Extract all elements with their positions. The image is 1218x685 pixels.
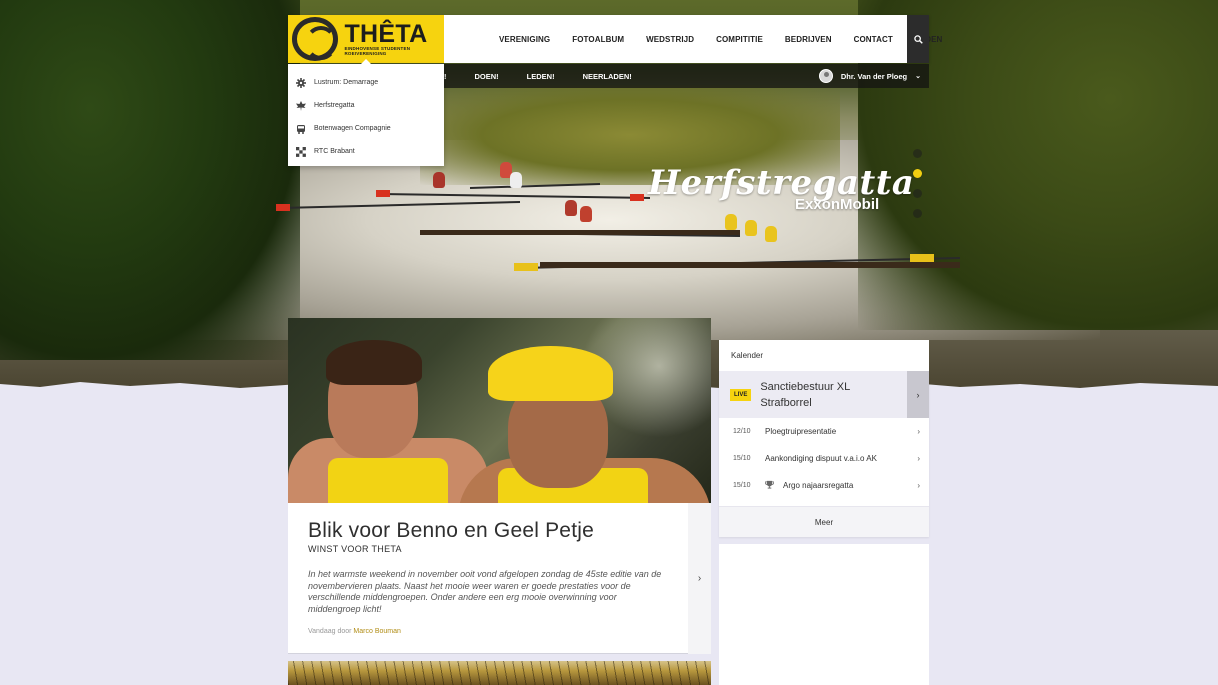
article-card: Blik voor Benno en Geel Petje WINST VOOR…: [288, 503, 711, 654]
chevron-right-icon: ›: [917, 481, 920, 490]
dropdown-item-botenwagen[interactable]: Botenwagen Compagnie: [288, 117, 444, 140]
rower: [725, 214, 737, 230]
subnav-item-neerladen[interactable]: NEERLADEN!: [583, 72, 632, 81]
user-menu[interactable]: Dhr. Van der Ploeg ⌄: [818, 64, 921, 88]
article-author-link[interactable]: Marco Bouman: [353, 628, 400, 635]
slider-dot[interactable]: [913, 209, 922, 218]
chevron-right-icon: ›: [916, 389, 920, 400]
dropdown-item-rtc-brabant[interactable]: RTC Brabant: [288, 140, 444, 163]
event-title: Ploegtruipresentatie: [765, 427, 837, 436]
hero-sponsor: ExxonMobil: [795, 196, 880, 213]
logo-emblem-icon: [292, 17, 339, 61]
trophy-icon: [765, 480, 783, 491]
nav-item-wedstrijd[interactable]: WEDSTRIJD: [646, 35, 694, 44]
chevron-right-icon: ›: [917, 454, 920, 463]
hero-foliage-left: [0, 0, 300, 360]
calendar-live-event[interactable]: LIVE Sanctiebestuur XL Strafborrel ›: [719, 371, 929, 418]
site-header: THÊTA EINDHOVENSE STUDENTEN ROEIVERENIGI…: [288, 15, 942, 63]
event-date: 12/10: [733, 428, 751, 435]
checkered-flag-icon: [296, 146, 306, 157]
article-subtitle: WINST VOOR THETA: [308, 544, 402, 554]
leaf-icon: [296, 100, 306, 111]
nav-item-vereniging[interactable]: VERENIGING: [499, 35, 550, 44]
nav-item-bedrijven[interactable]: BEDRIJVEN: [785, 35, 832, 44]
bus-icon: [296, 124, 306, 134]
calendar-more-button[interactable]: Meer: [719, 506, 929, 537]
slider-dot[interactable]: [913, 149, 922, 158]
dropdown-item-label: RTC Brabant: [314, 148, 355, 155]
rower: [565, 200, 577, 216]
live-badge: LIVE: [730, 388, 752, 401]
nav-item-fotoalbum[interactable]: FOTOALBUM: [572, 35, 624, 44]
article-photo-shape: [328, 458, 448, 503]
calendar-event-row[interactable]: 12/10 Ploegtruipresentatie ›: [719, 418, 929, 445]
rower: [433, 172, 445, 188]
article-next-button[interactable]: ›: [688, 503, 711, 654]
slider-dot[interactable]: [913, 189, 922, 198]
slider-dot-active[interactable]: [913, 169, 922, 178]
article-photo-shape: [488, 346, 613, 401]
calendar-title: Kalender: [731, 351, 764, 360]
user-name: Dhr. Van der Ploeg: [840, 71, 908, 81]
avatar: [818, 69, 833, 83]
events-dropdown: Lustrum: Demarrage Herfstregatta Botenwa…: [288, 59, 444, 166]
nav-item-contact[interactable]: CONTACT: [854, 35, 893, 44]
event-date: 15/10: [733, 455, 751, 462]
dropdown-item-herfstregatta[interactable]: Herfstregatta: [288, 94, 444, 117]
logo[interactable]: THÊTA EINDHOVENSE STUDENTEN ROEIVERENIGI…: [288, 15, 444, 63]
nav-item-competitie[interactable]: COMPITITIE: [716, 35, 763, 44]
search-button[interactable]: [907, 15, 929, 63]
article-photo-shape: [326, 340, 422, 385]
calendar-widget: Kalender LIVE Sanctiebestuur XL Strafbor…: [719, 340, 929, 537]
rower: [580, 206, 592, 222]
next-article-image[interactable]: [288, 661, 711, 685]
chevron-right-icon: ›: [697, 573, 702, 584]
slider-dots: [913, 149, 923, 218]
rower: [745, 220, 757, 236]
article-image[interactable]: [288, 318, 711, 503]
live-event-title: Sanctiebestuur XL Strafborrel: [760, 380, 850, 409]
event-title: Aankondiging dispuut v.a.i.o AK: [765, 454, 877, 463]
chevron-right-icon: ›: [917, 427, 920, 436]
article-meta-prefix: Vandaag door: [308, 628, 352, 635]
main-nav: VERENIGING FOTOALBUM WEDSTRIJD COMPITITI…: [488, 15, 953, 63]
sidebar-panel: [719, 544, 929, 685]
rower: [765, 226, 777, 242]
brand-tagline: EINDHOVENSE STUDENTEN ROEIVERENIGING: [344, 46, 411, 56]
next-article-image-texture: [288, 661, 711, 685]
article-meta: Vandaag door Marco Bouman: [308, 628, 668, 635]
search-icon: [913, 34, 923, 44]
article-excerpt: In het warmste weekend in november ooit …: [308, 569, 662, 614]
article-title[interactable]: Blik voor Benno en Geel Petje: [308, 519, 668, 543]
event-title: Argo najaarsregatta: [783, 481, 854, 490]
event-date: 15/10: [733, 482, 751, 489]
subnav-item-doen[interactable]: DOEN!: [475, 72, 499, 81]
calendar-event-row[interactable]: 15/10 Argo najaarsregatta ›: [719, 472, 929, 499]
chevron-down-icon: ⌄: [915, 73, 921, 80]
subnav-item-leden[interactable]: LEDEN!: [527, 72, 555, 81]
dropdown-item-lustrum[interactable]: Lustrum: Demarrage: [288, 71, 444, 94]
calendar-event-row[interactable]: 15/10 Aankondiging dispuut v.a.i.o AK ›: [719, 445, 929, 472]
dropdown-item-label: Botenwagen Compagnie: [314, 125, 391, 132]
dropdown-item-label: Herfstregatta: [314, 102, 355, 109]
subnav-item[interactable]: !: [444, 72, 447, 81]
brand-name: THÊTA: [344, 20, 428, 48]
live-event-arrow-button[interactable]: ›: [907, 371, 929, 418]
rower: [510, 172, 522, 188]
dropdown-item-label: Lustrum: Demarrage: [314, 79, 379, 86]
gear-icon: [296, 77, 306, 88]
